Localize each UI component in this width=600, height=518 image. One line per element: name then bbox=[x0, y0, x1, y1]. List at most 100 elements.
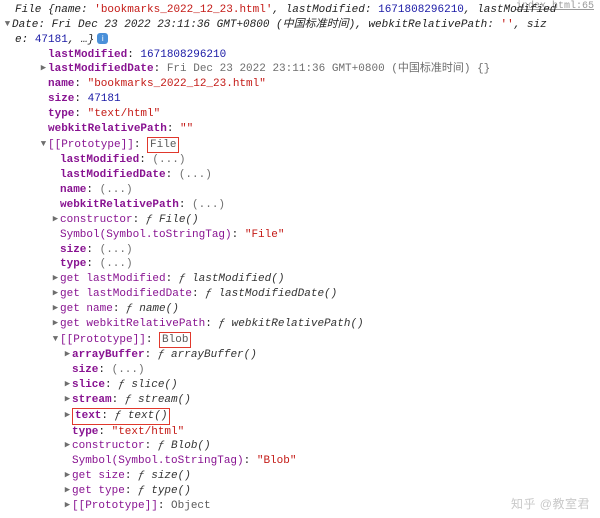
getter-keyword: get bbox=[72, 470, 98, 482]
colon: : bbox=[145, 349, 158, 361]
property-row[interactable]: ▶stream: ƒ stream() bbox=[3, 393, 600, 408]
property-key: constructor bbox=[72, 440, 145, 452]
property-key: type bbox=[98, 485, 124, 497]
colon: : bbox=[74, 78, 87, 90]
property-row[interactable]: ▶lastModifiedDate: (...) bbox=[3, 168, 600, 183]
property-row[interactable]: ▶get lastModified: ƒ lastModified() bbox=[3, 272, 600, 287]
object-summary-line-1[interactable]: File {name: 'bookmarks_2022_12_23.html',… bbox=[3, 3, 600, 18]
info-icon[interactable]: i bbox=[97, 33, 108, 44]
colon: : bbox=[166, 169, 179, 181]
property-key: type bbox=[60, 258, 86, 270]
property-row[interactable]: ▶size: (...) bbox=[3, 243, 600, 258]
property-row[interactable]: ▶name: (...) bbox=[3, 183, 600, 198]
property-row[interactable]: ▶slice: ƒ slice() bbox=[3, 378, 600, 393]
property-value: (...) bbox=[112, 364, 145, 376]
property-row[interactable]: ▶get lastModifiedDate: ƒ lastModifiedDat… bbox=[3, 287, 600, 302]
colon: : bbox=[145, 440, 158, 452]
property-row[interactable]: ▶constructor: ƒ Blob() bbox=[3, 439, 600, 454]
property-row[interactable]: ▶name: "bookmarks_2022_12_23.html" bbox=[3, 77, 600, 92]
property-row[interactable]: ▶get size: ƒ size() bbox=[3, 469, 600, 484]
property-row[interactable]: ▶Symbol(Symbol.toStringTag): "Blob" bbox=[3, 454, 600, 469]
property-row[interactable]: ▶lastModifiedDate: Fri Dec 23 2022 23:11… bbox=[3, 62, 600, 77]
colon: : bbox=[86, 184, 99, 196]
disclosure-triangle-right-icon[interactable]: ▶ bbox=[63, 378, 72, 390]
function-signature: webkitRelativePath() bbox=[232, 318, 364, 330]
property-key: [[Prototype]] bbox=[72, 500, 158, 512]
console-object-tree: File {name: 'bookmarks_2022_12_23.html',… bbox=[0, 0, 600, 514]
colon: : bbox=[167, 123, 180, 135]
property-row[interactable]: ▶webkitRelativePath: "" bbox=[3, 122, 600, 137]
function-signature: Blob() bbox=[171, 440, 211, 452]
property-key: Symbol(Symbol.toStringTag) bbox=[72, 455, 244, 467]
property-value: "File" bbox=[245, 229, 285, 241]
property-key: lastModified bbox=[86, 273, 165, 285]
property-value: "text/html" bbox=[88, 108, 161, 120]
property-row[interactable]: ▶size: (...) bbox=[3, 363, 600, 378]
disclosure-triangle-right-icon[interactable]: ▶ bbox=[63, 348, 72, 360]
highlighted-type: File bbox=[147, 137, 179, 154]
colon: : bbox=[74, 93, 87, 105]
property-row[interactable]: ▶Symbol(Symbol.toStringTag): "File" bbox=[3, 228, 600, 243]
disclosure-triangle-right-icon[interactable]: ▶ bbox=[39, 62, 48, 74]
disclosure-triangle-right-icon[interactable]: ▶ bbox=[63, 439, 72, 451]
disclosure-spacer: ▶ bbox=[51, 153, 60, 165]
colon: : bbox=[139, 154, 152, 166]
property-row[interactable]: ▶get name: ƒ name() bbox=[3, 302, 600, 317]
property-key: name bbox=[48, 78, 74, 90]
disclosure-triangle-right-icon[interactable]: ▶ bbox=[63, 393, 72, 405]
property-row[interactable]: ▶lastModified: 1671808296210 bbox=[3, 48, 600, 63]
disclosure-triangle-right-icon[interactable]: ▶ bbox=[51, 287, 60, 299]
property-row[interactable]: ▶type: "text/html" bbox=[3, 425, 600, 440]
disclosure-triangle-down-icon[interactable]: ▼ bbox=[51, 333, 60, 345]
property-row[interactable]: ▶[[Prototype]]: Object bbox=[3, 499, 600, 514]
disclosure-triangle-right-icon[interactable]: ▶ bbox=[63, 409, 72, 421]
disclosure-triangle-down-icon[interactable]: ▼ bbox=[39, 138, 48, 150]
object-summary-line-3[interactable]: e: 47181, …}i bbox=[3, 33, 600, 48]
disclosure-triangle-right-icon[interactable]: ▶ bbox=[63, 469, 72, 481]
function-glyph-icon: ƒ bbox=[218, 318, 231, 330]
property-key: text bbox=[75, 410, 101, 422]
colon: : bbox=[125, 470, 138, 482]
colon: : bbox=[158, 500, 171, 512]
disclosure-triangle-down-icon[interactable]: ▼ bbox=[3, 18, 12, 30]
disclosure-triangle-right-icon[interactable]: ▶ bbox=[51, 317, 60, 329]
property-row[interactable]: ▶text: ƒ text() bbox=[3, 408, 600, 425]
property-row[interactable]: ▶arrayBuffer: ƒ arrayBuffer() bbox=[3, 348, 600, 363]
property-row[interactable]: ▶webkitRelativePath: (...) bbox=[3, 198, 600, 213]
disclosure-triangle-right-icon[interactable]: ▶ bbox=[63, 499, 72, 511]
function-glyph-icon: ƒ bbox=[205, 288, 218, 300]
property-key: name bbox=[86, 303, 112, 315]
summary-date: Fri Dec 23 2022 23:11:36 GMT+0800 (中国标准时… bbox=[52, 19, 356, 31]
property-row[interactable]: ▶size: 47181 bbox=[3, 92, 600, 107]
disclosure-spacer: ▶ bbox=[39, 107, 48, 119]
colon: : bbox=[86, 244, 99, 256]
property-row[interactable]: ▼[[Prototype]]: File bbox=[3, 137, 600, 154]
property-row[interactable]: ▶get webkitRelativePath: ƒ webkitRelativ… bbox=[3, 317, 600, 332]
property-key: name bbox=[60, 184, 86, 196]
property-row[interactable]: ▶get type: ƒ type() bbox=[3, 484, 600, 499]
property-key: lastModified bbox=[60, 154, 139, 166]
function-signature: lastModified() bbox=[192, 273, 284, 285]
property-row[interactable]: ▶lastModified: (...) bbox=[3, 153, 600, 168]
disclosure-triangle-right-icon[interactable]: ▶ bbox=[51, 213, 60, 225]
property-key: [[Prototype]] bbox=[60, 334, 146, 346]
disclosure-triangle-right-icon[interactable]: ▶ bbox=[51, 272, 60, 284]
colon: : bbox=[112, 394, 125, 406]
property-key: arrayBuffer bbox=[72, 349, 145, 361]
disclosure-triangle-right-icon[interactable]: ▶ bbox=[63, 484, 72, 496]
function-glyph-icon: ƒ bbox=[125, 394, 138, 406]
property-key: lastModifiedDate bbox=[60, 169, 166, 181]
property-row[interactable]: ▶constructor: ƒ File() bbox=[3, 213, 600, 228]
property-row[interactable]: ▶type: (...) bbox=[3, 257, 600, 272]
property-row[interactable]: ▼[[Prototype]]: Blob bbox=[3, 332, 600, 349]
disclosure-triangle-right-icon[interactable]: ▶ bbox=[51, 302, 60, 314]
colon: : bbox=[133, 214, 146, 226]
property-value: "text/html" bbox=[112, 426, 185, 438]
colon: : bbox=[154, 63, 167, 75]
object-summary-line-2[interactable]: ▼Date: Fri Dec 23 2022 23:11:36 GMT+0800… bbox=[3, 18, 600, 33]
property-row[interactable]: ▶type: "text/html" bbox=[3, 107, 600, 122]
colon: : bbox=[146, 334, 159, 346]
colon: : bbox=[86, 258, 99, 270]
colon: : bbox=[101, 410, 114, 422]
function-glyph-icon: ƒ bbox=[126, 303, 139, 315]
